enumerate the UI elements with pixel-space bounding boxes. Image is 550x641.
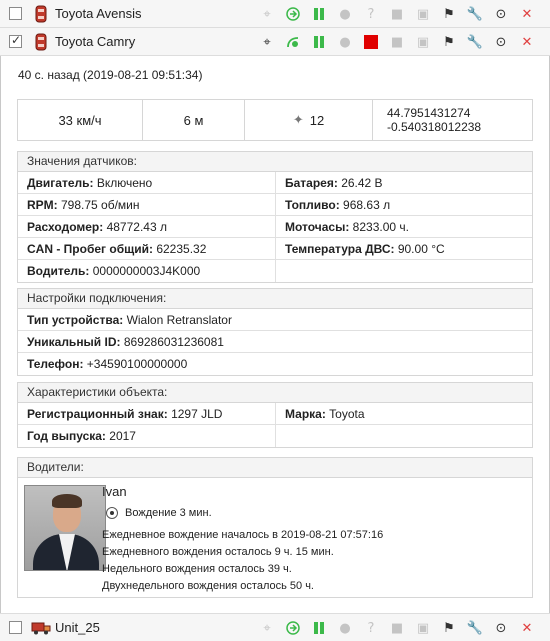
unit-row[interactable]: Unit_25 ⌖ ● ? ■ ▣ ⚑ 🔧 ⊙ ✕: [0, 613, 550, 641]
unit-name[interactable]: Toyota Camry: [55, 34, 215, 49]
sensor-cell: RPM: 798.75 об/мин: [18, 194, 276, 216]
unit-row[interactable]: Toyota Avensis ⌖ ● ? ■ ▣ ⚑ 🔧 ⊙ ✕: [0, 0, 550, 28]
stop-icon[interactable]: [358, 32, 384, 52]
last-update: 40 с. назад (2019-08-21 09:51:34): [18, 68, 203, 82]
satellites-cell: ✦ 12: [245, 100, 373, 140]
record-icon[interactable]: ●: [332, 4, 358, 24]
camera-icon[interactable]: ▣: [410, 32, 436, 52]
section-title: Значения датчиков:: [18, 152, 532, 172]
record-icon[interactable]: ●: [332, 32, 358, 52]
satellite-icon: ✦: [292, 112, 304, 128]
sensor-cell: [276, 260, 532, 282]
connection-section: Настройки подключения: Тип устройства: W…: [17, 288, 533, 376]
route-icon[interactable]: [280, 4, 306, 24]
section-title: Настройки подключения:: [18, 289, 532, 309]
speed-value: 33 км/ч: [18, 100, 143, 140]
flag-icon[interactable]: ⚑: [436, 4, 462, 24]
characteristic-cell: Регистрационный знак: 1297 JLD: [18, 403, 276, 425]
driver-status-text: Вождение 3 мин.: [125, 507, 212, 519]
connection-cell: Уникальный ID: 869286031236081: [18, 331, 532, 353]
record-icon[interactable]: ●: [332, 618, 358, 638]
stats-bar: 33 км/ч 6 м ✦ 12 44.7951431274 -0.540318…: [17, 99, 533, 141]
sensors-section: Значения датчиков: Двигатель: Включено Б…: [17, 151, 533, 283]
characteristic-cell: Год выпуска: 2017: [18, 425, 276, 447]
wrench-icon[interactable]: 🔧: [462, 618, 488, 638]
unit-checkbox[interactable]: [9, 33, 22, 48]
wrench-icon[interactable]: 🔧: [462, 32, 488, 52]
route-icon[interactable]: [280, 618, 306, 638]
driver-status: Вождение 3 мин.: [106, 507, 212, 519]
locate-icon[interactable]: ⌖: [254, 618, 280, 638]
unit-row[interactable]: Toyota Camry ⌖ ● ■ ▣ ⚑ 🔧 ⊙ ✕: [0, 28, 550, 56]
pause-icon[interactable]: [306, 32, 332, 52]
driver-info-line: Ежедневного вождения осталось 9 ч. 15 ми…: [102, 546, 334, 558]
pause-icon[interactable]: [306, 618, 332, 638]
satellites-value: 12: [309, 112, 325, 128]
video-icon[interactable]: ■: [384, 618, 410, 638]
characteristic-cell: [276, 425, 532, 447]
sensor-cell: Температура ДВС: 90.00 °C: [276, 238, 532, 260]
section-title: Характеристики объекта:: [18, 383, 532, 403]
unit-checkbox[interactable]: [9, 7, 22, 20]
menu-icon[interactable]: ⊙: [488, 4, 514, 24]
route-icon[interactable]: [280, 32, 306, 52]
pause-icon[interactable]: [306, 4, 332, 24]
delete-icon[interactable]: ✕: [514, 32, 540, 52]
driver-info-line: Двухнедельного вождения осталось 50 ч.: [102, 580, 314, 592]
driver-photo: [24, 485, 106, 571]
camera-icon[interactable]: ▣: [410, 618, 436, 638]
driver-info-line: Недельного вождения осталось 39 ч.: [102, 563, 292, 575]
menu-icon[interactable]: ⊙: [488, 32, 514, 52]
help-icon[interactable]: ?: [358, 4, 384, 24]
delete-icon[interactable]: ✕: [514, 618, 540, 638]
altitude-value: 6 м: [143, 100, 245, 140]
video-icon[interactable]: ■: [384, 4, 410, 24]
sensor-cell: CAN - Пробег общий: 62235.32: [18, 238, 276, 260]
locate-icon[interactable]: ⌖: [254, 32, 280, 52]
video-icon[interactable]: ■: [384, 32, 410, 52]
camera-icon[interactable]: ▣: [410, 4, 436, 24]
driver-name: Ivan: [102, 484, 127, 499]
sensor-cell: Двигатель: Включено: [18, 172, 276, 194]
sensor-cell: Топливо: 968.63 л: [276, 194, 532, 216]
connection-cell: Тип устройства: Wialon Retranslator: [18, 309, 532, 331]
truck-icon: [31, 618, 51, 638]
characteristics-section: Характеристики объекта: Регистрационный …: [17, 382, 533, 448]
unit-checkbox[interactable]: [9, 621, 22, 634]
unit-name[interactable]: Unit_25: [55, 620, 215, 635]
longitude: -0.540318012238: [387, 120, 482, 134]
help-icon[interactable]: ?: [358, 618, 384, 638]
connection-cell: Телефон: +34590100000000: [27, 357, 188, 371]
drivers-section: Водители: Ivan Вождение 3 мин. Ежедневно…: [17, 457, 533, 598]
locate-icon[interactable]: ⌖: [254, 4, 280, 24]
sensor-cell: Батарея: 26.42 В: [276, 172, 532, 194]
sensor-cell: Моточасы: 8233.00 ч.: [276, 216, 532, 238]
driving-status-icon: [106, 507, 118, 519]
unit-name[interactable]: Toyota Avensis: [55, 6, 215, 21]
flag-icon[interactable]: ⚑: [436, 32, 462, 52]
section-title: Водители:: [18, 458, 532, 478]
car-icon: [31, 4, 51, 24]
menu-icon[interactable]: ⊙: [488, 618, 514, 638]
characteristic-cell: Марка: Toyota: [276, 403, 532, 425]
wrench-icon[interactable]: 🔧: [462, 4, 488, 24]
latitude: 44.7951431274: [387, 106, 471, 120]
coordinates: 44.7951431274 -0.540318012238: [373, 100, 532, 140]
sensor-cell: Водитель: 0000000003J4K000: [18, 260, 276, 282]
flag-icon[interactable]: ⚑: [436, 618, 462, 638]
driver-info-line: Ежедневное вождение началось в 2019-08-2…: [102, 529, 384, 541]
sensor-cell: Расходомер: 48772.43 л: [18, 216, 276, 238]
car-icon: [31, 32, 51, 52]
delete-icon[interactable]: ✕: [514, 4, 540, 24]
